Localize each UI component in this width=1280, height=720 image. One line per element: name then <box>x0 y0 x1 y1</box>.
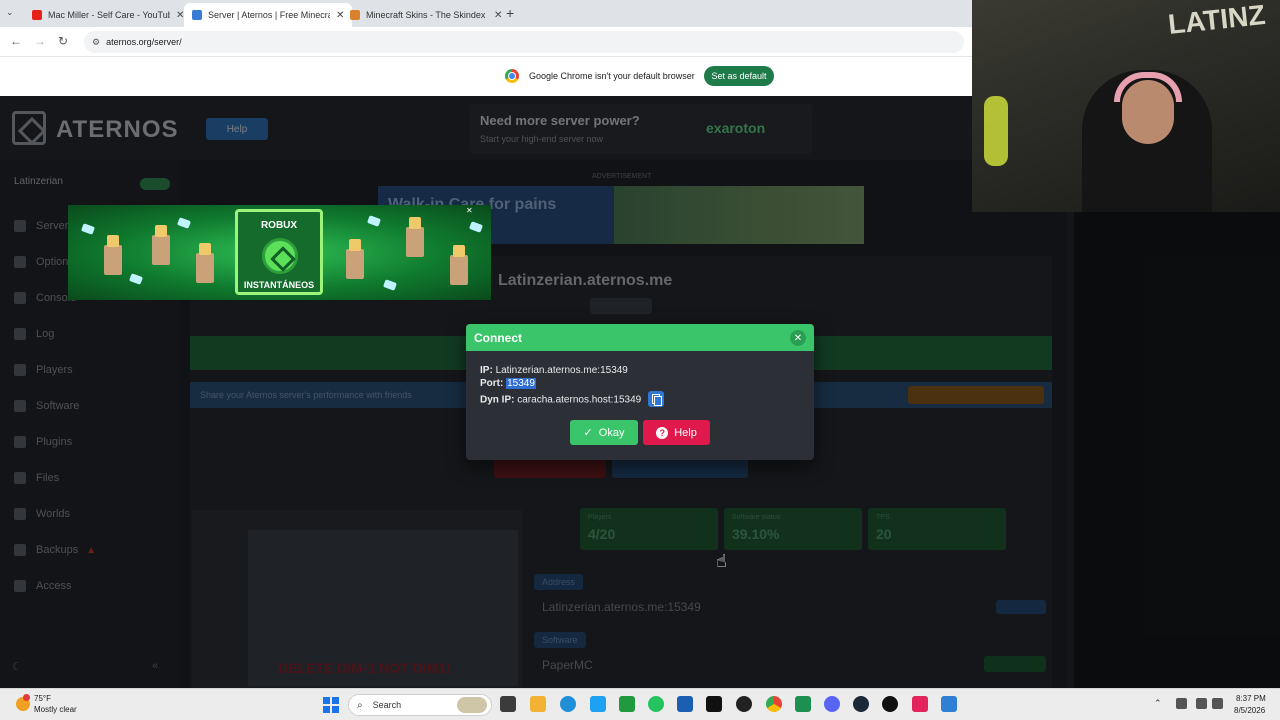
back-arrow-icon[interactable]: ← <box>10 34 22 48</box>
tab-youtube[interactable]: Mac Miller - Self Care - YouTube ✕ <box>24 3 192 27</box>
port-row: Port: 15349 <box>480 378 536 389</box>
connect-dialog: Connect ✕ IP: Latinzerian.aternos.me:153… <box>466 324 814 460</box>
forward-arrow-icon[interactable]: → <box>34 34 46 48</box>
roblox-avatar-image <box>406 217 424 257</box>
new-tab-button[interactable]: + <box>506 5 514 21</box>
hand-cursor-icon: ☝ <box>716 551 727 571</box>
dyn-ip-label: Dyn IP: <box>480 394 515 406</box>
steam-icon[interactable] <box>853 696 869 712</box>
clock-date[interactable]: 8/5/2026 <box>1234 706 1265 715</box>
robux-ad-overlay[interactable]: ROBUX INSTANTÁNEOS <box>68 205 491 300</box>
checkmark-icon: ✓ <box>583 427 593 439</box>
ip-value[interactable]: Latinzerian.aternos.me:15349 <box>496 365 628 376</box>
okay-button[interactable]: ✓ Okay <box>570 420 638 445</box>
infobar-message: Google Chrome isn't your default browser <box>529 71 695 81</box>
excel-icon[interactable] <box>795 696 811 712</box>
tab-title: Server | Aternos | Free Minecraft <box>208 10 330 20</box>
okay-label: Okay <box>598 426 625 439</box>
discord-icon[interactable] <box>824 696 840 712</box>
dyn-ip-value[interactable]: caracha.aternos.host:15349 <box>517 395 641 406</box>
search-label: Search <box>372 700 402 710</box>
ad-close-icon[interactable]: ✕ <box>466 206 473 215</box>
aternos-favicon-icon <box>192 10 202 20</box>
edge-icon[interactable] <box>560 696 576 712</box>
notification-badge-icon <box>23 694 30 701</box>
close-dialog-icon[interactable]: ✕ <box>790 330 806 346</box>
set-as-default-button[interactable]: Set as default <box>704 66 774 86</box>
weather-description[interactable]: Mostly clear <box>34 705 77 714</box>
windows-taskbar: 75°F Mostly clear ⌕ Search ⌃ 8:37 PM 8/5… <box>0 688 1280 720</box>
youtube-favicon-icon <box>32 10 42 20</box>
screen: ⌄ Mac Miller - Self Care - YouTube ✕ Ser… <box>0 0 1280 720</box>
tab-search-chevron-icon[interactable]: ⌄ <box>6 7 14 18</box>
windows-start-icon[interactable] <box>323 697 339 713</box>
robux-coin-icon <box>262 238 298 274</box>
dialog-header: Connect ✕ <box>466 324 814 351</box>
port-value[interactable]: 15349 <box>506 378 536 389</box>
graffiti-text: LATINZ <box>1166 0 1267 41</box>
question-icon: ? <box>656 426 669 439</box>
network-icon[interactable] <box>1196 698 1207 709</box>
address-bar[interactable]: ⚙ aternos.org/server/ <box>84 31 964 53</box>
reload-icon[interactable]: ↻ <box>58 34 68 48</box>
webcam-overlay: LATINZ <box>972 0 1280 212</box>
store-icon[interactable] <box>677 696 693 712</box>
copy-icon[interactable] <box>648 391 664 407</box>
site-info-icon[interactable]: ⚙ <box>92 37 100 48</box>
gem-icon <box>80 223 96 235</box>
gem-icon <box>366 215 382 227</box>
tab-aternos[interactable]: Server | Aternos | Free Minecraft ✕ <box>184 3 353 27</box>
roblox-avatar-image <box>104 235 122 275</box>
ip-row: IP: Latinzerian.aternos.me:15349 <box>480 365 628 376</box>
help-button[interactable]: ? Help <box>643 420 710 445</box>
file-explorer-icon[interactable] <box>530 696 546 712</box>
taskbar-search[interactable]: ⌕ Search <box>348 694 492 716</box>
microphone-icon[interactable] <box>1176 698 1187 709</box>
twitter-icon[interactable] <box>590 696 606 712</box>
chrome-logo-icon <box>505 69 519 83</box>
capcut-icon[interactable] <box>882 696 898 712</box>
clock-time[interactable]: 8:37 PM <box>1236 694 1266 703</box>
port-label: Port: <box>480 378 504 389</box>
gem-icon <box>382 279 398 291</box>
tab-title: Minecraft Skins - The Skindex <box>366 10 486 20</box>
dialog-title: Connect <box>474 331 522 345</box>
dyn-ip-row: Dyn IP: caracha.aternos.host:15349 <box>480 391 664 408</box>
roblox-avatar-image <box>196 243 214 283</box>
task-view-icon[interactable] <box>500 696 516 712</box>
roblox-avatar-image <box>346 239 364 279</box>
tab-title: Mac Miller - Self Care - YouTube <box>48 10 170 20</box>
volume-icon[interactable] <box>1212 698 1223 709</box>
ip-label: IP: <box>480 365 493 376</box>
photos-icon[interactable] <box>941 696 957 712</box>
lamp-shape <box>984 96 1008 166</box>
skindex-favicon-icon <box>350 10 360 20</box>
robux-badge: ROBUX INSTANTÁNEOS <box>235 209 323 295</box>
browser-toolbar: ← → ↻ ⚙ aternos.org/server/ <box>0 27 972 57</box>
tab-skindex[interactable]: Minecraft Skins - The Skindex ✕ <box>342 3 510 27</box>
robux-title: ROBUX <box>260 220 298 231</box>
roblox-avatar-image <box>450 245 468 285</box>
gem-icon <box>468 221 484 233</box>
tray-chevron-icon[interactable]: ⌃ <box>1154 698 1162 709</box>
whatsapp-icon[interactable] <box>648 696 664 712</box>
weather-temperature[interactable]: 75°F <box>34 694 51 703</box>
browser-tabstrip: ⌄ Mac Miller - Self Care - YouTube ✕ Ser… <box>0 0 972 27</box>
default-browser-infobar: Google Chrome isn't your default browser… <box>0 57 972 96</box>
robux-subtitle: INSTANTÁNEOS <box>243 280 315 290</box>
gem-icon <box>128 273 144 285</box>
xbox-icon[interactable] <box>619 696 635 712</box>
tiktok-live-icon[interactable] <box>912 696 928 712</box>
close-tab-icon[interactable]: ✕ <box>494 10 502 21</box>
roblox-avatar-image <box>152 225 170 265</box>
obs-icon[interactable] <box>736 696 752 712</box>
tiktok-icon[interactable] <box>706 696 722 712</box>
gem-icon <box>176 217 192 229</box>
search-icon: ⌕ <box>357 699 363 711</box>
help-label: Help <box>674 426 697 439</box>
chrome-icon[interactable] <box>766 696 782 712</box>
search-highlight-image <box>457 697 487 713</box>
url-text: aternos.org/server/ <box>106 37 182 47</box>
